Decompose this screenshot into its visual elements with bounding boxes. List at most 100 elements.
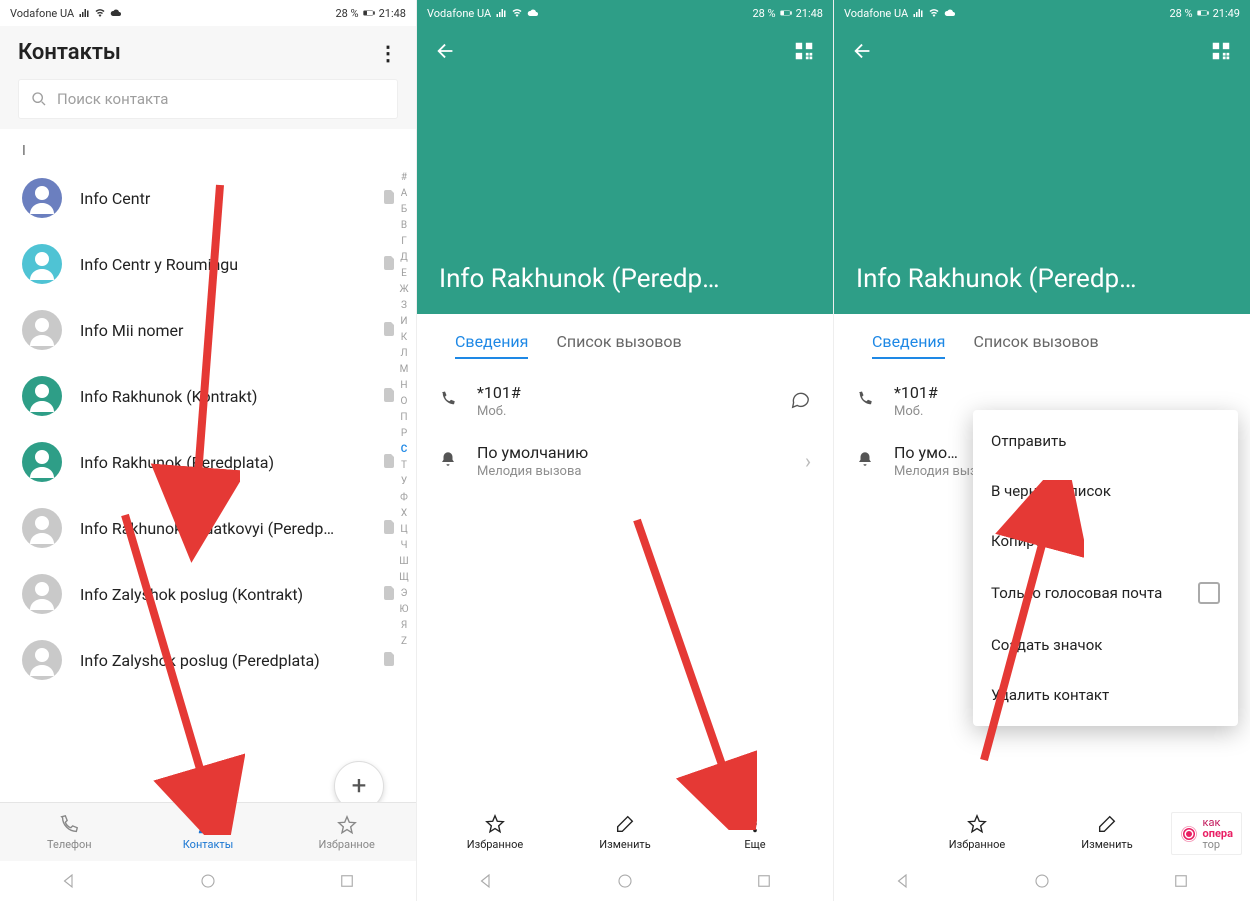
index-letter[interactable]: Б <box>396 202 412 218</box>
avatar <box>22 244 62 284</box>
index-letter[interactable]: Я <box>396 618 412 634</box>
favorite-button[interactable]: Избранное <box>450 813 540 851</box>
contact-name-label: Info Centr <box>80 189 366 208</box>
index-letter[interactable]: И <box>396 314 412 330</box>
contact-name-label: Info Zalyshok poslug (Kontrakt) <box>80 585 366 604</box>
phone-number-row[interactable]: *101#Моб. <box>417 371 833 431</box>
screen-contact-detail: Vodafone UA 28 % 21:48 Info Rakhunok (Pe… <box>417 0 834 901</box>
checkbox[interactable] <box>1198 582 1220 604</box>
home-icon[interactable] <box>1033 872 1051 890</box>
index-letter[interactable]: В <box>396 218 412 234</box>
home-icon[interactable] <box>199 872 217 890</box>
watermark: какоператор <box>1171 812 1242 855</box>
index-letter[interactable]: Н <box>396 378 412 394</box>
index-letter[interactable]: Т <box>396 458 412 474</box>
avatar <box>22 178 62 218</box>
menu-item[interactable]: Создать значок <box>973 620 1238 670</box>
index-letter[interactable]: А <box>396 186 412 202</box>
index-letter[interactable]: Ю <box>396 602 412 618</box>
bell-icon <box>439 450 457 468</box>
contact-row[interactable]: Info Zalyshok poslug (Peredplata) <box>0 627 416 693</box>
index-letter[interactable]: Ж <box>396 282 412 298</box>
contact-row[interactable]: Info Centr <box>0 165 416 231</box>
home-icon[interactable] <box>616 872 634 890</box>
more-button[interactable]: Еще <box>710 813 800 851</box>
back-icon[interactable] <box>60 872 78 890</box>
back-arrow-icon[interactable] <box>852 40 874 62</box>
index-letter[interactable]: Ш <box>396 554 412 570</box>
ringtone-row[interactable]: По умолчаниюМелодия вызова › <box>417 431 833 491</box>
back-arrow-icon[interactable] <box>435 40 457 62</box>
avatar <box>22 310 62 350</box>
screen-contacts-list: Vodafone UA 28 % 21:48 Контакты ⋮ Поиск … <box>0 0 417 901</box>
context-menu: ОтправитьВ черный списокКопироватьТолько… <box>973 410 1238 726</box>
index-letter[interactable]: Щ <box>396 570 412 586</box>
more-icon <box>744 813 766 835</box>
search-input[interactable]: Поиск контакта <box>18 79 398 119</box>
bell-icon <box>856 450 874 468</box>
index-letter[interactable]: Ф <box>396 490 412 506</box>
recent-icon[interactable] <box>1172 872 1190 890</box>
detail-actions: Избранное Изменить Еще <box>417 803 833 861</box>
contact-row[interactable]: Info Mii nomer <box>0 297 416 363</box>
menu-item[interactable]: Только голосовая почта <box>973 566 1238 620</box>
index-letter[interactable]: С <box>396 442 412 458</box>
contact-list: Info Centr Info Centr y RouminguInfo Mii … <box>0 165 416 693</box>
tab-details[interactable]: Сведения <box>455 332 528 359</box>
index-letter[interactable]: П <box>396 410 412 426</box>
contact-row[interactable]: Info Rakhunok (Peredplata) <box>0 429 416 495</box>
index-letter[interactable]: Д <box>396 250 412 266</box>
edit-icon <box>614 813 636 835</box>
favorite-button[interactable]: Избранное <box>932 813 1022 851</box>
contact-name-label: Info Rakhunok (Kontrakt) <box>80 387 366 406</box>
index-letter[interactable]: У <box>396 474 412 490</box>
index-letter[interactable]: З <box>396 298 412 314</box>
index-letter[interactable]: Л <box>396 346 412 362</box>
edit-button[interactable]: Изменить <box>580 813 670 851</box>
tab-call-history[interactable]: Список вызовов <box>973 332 1098 359</box>
detail-tabs: Сведения Список вызовов <box>834 314 1250 371</box>
index-letter[interactable]: Z <box>396 634 412 650</box>
more-icon[interactable]: ⋮ <box>378 41 398 65</box>
index-letter[interactable]: Э <box>396 586 412 602</box>
contact-row[interactable]: Info Centr y Roumingu <box>0 231 416 297</box>
index-letter[interactable]: Г <box>396 234 412 250</box>
menu-item[interactable]: В черный список <box>973 466 1238 516</box>
message-icon[interactable] <box>789 388 811 410</box>
alpha-index[interactable]: #АБВГДЕЖЗИКЛМНОПРСТУФХЦЧШЩЭЮЯZ <box>396 170 412 650</box>
index-letter[interactable]: Х <box>396 506 412 522</box>
star-icon <box>966 813 988 835</box>
search-icon <box>31 91 47 107</box>
index-letter[interactable]: М <box>396 362 412 378</box>
carrier: Vodafone UA <box>10 7 74 20</box>
menu-item[interactable]: Отправить <box>973 416 1238 466</box>
index-letter[interactable]: Р <box>396 426 412 442</box>
edit-button[interactable]: Изменить <box>1062 813 1152 851</box>
index-letter[interactable]: # <box>396 170 412 186</box>
recent-icon[interactable] <box>338 872 356 890</box>
nav-favorites[interactable]: Избранное <box>277 803 416 861</box>
index-letter[interactable]: К <box>396 330 412 346</box>
contact-name: Info Rakhunok (Peredp… <box>856 264 1228 294</box>
menu-item[interactable]: Копировать <box>973 516 1238 566</box>
index-letter[interactable]: О <box>396 394 412 410</box>
nav-contacts[interactable]: Контакты <box>139 803 278 861</box>
signal-icon <box>912 7 924 19</box>
back-icon[interactable] <box>894 872 912 890</box>
contact-row[interactable]: Info Rakhunok dodatkovyi (Peredp… <box>0 495 416 561</box>
back-icon[interactable] <box>477 872 495 890</box>
index-letter[interactable]: Ч <box>396 538 412 554</box>
tab-call-history[interactable]: Список вызовов <box>556 332 681 359</box>
menu-item[interactable]: Удалить контакт <box>973 670 1238 720</box>
qr-icon[interactable] <box>793 40 815 62</box>
battery-icon <box>1197 7 1209 19</box>
contact-row[interactable]: Info Zalyshok poslug (Kontrakt) <box>0 561 416 627</box>
qr-icon[interactable] <box>1210 40 1232 62</box>
index-letter[interactable]: Ц <box>396 522 412 538</box>
contact-row[interactable]: Info Rakhunok (Kontrakt) <box>0 363 416 429</box>
recent-icon[interactable] <box>755 872 773 890</box>
nav-phone[interactable]: Телефон <box>0 803 139 861</box>
signal-icon <box>495 7 507 19</box>
index-letter[interactable]: Е <box>396 266 412 282</box>
tab-details[interactable]: Сведения <box>872 332 945 359</box>
